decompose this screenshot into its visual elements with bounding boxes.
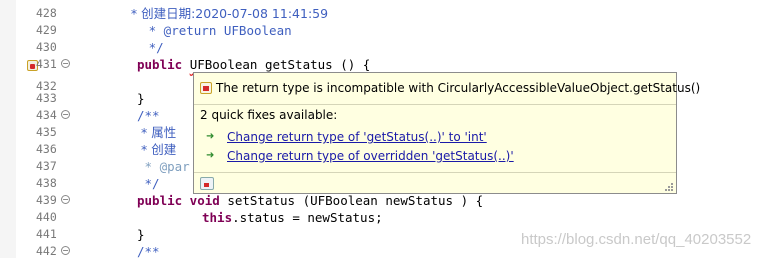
code-line: 429 * @return UFBoolean (0, 22, 774, 39)
code-text: this.status = newStatus; (202, 209, 383, 226)
problems-view-icon[interactable] (200, 177, 214, 190)
code-text: } (137, 91, 145, 106)
code-text: * @par (137, 159, 190, 174)
code-text: * 创建 (137, 142, 177, 157)
line-number: 429 (36, 23, 57, 37)
line-number: 442 (36, 244, 57, 258)
error-icon (200, 82, 212, 94)
error-message: The return type is incompatible with Cir… (216, 81, 701, 95)
fold-toggle-icon[interactable]: − (61, 246, 70, 255)
code-text: * 创建日期:2020-07-08 11:41:59 (111, 6, 329, 21)
hover-toolbar (194, 172, 676, 194)
code-text: */ (137, 176, 160, 191)
code-text: * 属性 (137, 125, 177, 140)
code-rest: setStatus (UFBoolean newStatus ) { (227, 193, 484, 208)
code-editor[interactable]: 428 * 创建日期:2020-07-08 11:41:59 429 * @re… (0, 0, 774, 259)
watermark: https://blog.csdn.net/qq_40203552 (521, 231, 752, 248)
line-number: 433 (36, 91, 57, 105)
keyword: this (202, 210, 233, 225)
code-text: } (137, 227, 145, 242)
hover-header: The return type is incompatible with Cir… (194, 73, 700, 105)
change-arrow-icon: ➜ (206, 150, 215, 161)
quick-fix-link[interactable]: Change return type of overridden 'getSta… (227, 149, 514, 163)
fold-toggle-icon[interactable]: − (61, 195, 70, 204)
code-line: 428 * 创建日期:2020-07-08 11:41:59 (0, 5, 774, 22)
line-number: 431 (36, 57, 57, 71)
line-number: 428 (36, 6, 57, 20)
code-line: 431 − public UFBoolean getStatus () { (0, 56, 774, 73)
code-rest: getStatus () { (257, 57, 371, 72)
line-number: 437 (36, 159, 57, 173)
code-text: /** (137, 108, 160, 123)
quick-fix-count: 2 quick fixes available: (200, 108, 338, 122)
code-line: 439 − public void setStatus (UFBoolean n… (0, 192, 774, 209)
code-line: 430 */ (0, 39, 774, 56)
line-number: 441 (36, 227, 57, 241)
fold-toggle-icon[interactable]: − (61, 110, 70, 119)
line-number: 440 (36, 210, 57, 224)
fold-toggle-icon[interactable]: − (61, 59, 70, 68)
quick-fix-hover: The return type is incompatible with Cir… (193, 72, 700, 194)
code-line: 440 this.status = newStatus; (0, 209, 774, 226)
code-text: * @return UFBoolean (111, 23, 292, 38)
code-text: */ (111, 40, 164, 55)
line-number: 436 (36, 142, 57, 156)
resize-grip-icon[interactable] (665, 183, 673, 191)
line-number: 435 (36, 125, 57, 139)
line-number: 430 (36, 40, 57, 54)
code-text: public UFBoolean getStatus () { (137, 56, 370, 73)
change-arrow-icon: ➜ (206, 131, 215, 142)
code-text: public void setStatus (UFBoolean newStat… (137, 192, 483, 209)
keyword: public void (137, 193, 228, 208)
code-text: /** (137, 244, 160, 259)
keyword: public (137, 57, 190, 72)
line-number: 434 (36, 108, 57, 122)
line-number: 438 (36, 176, 57, 190)
error-token[interactable]: UFBoolean (190, 57, 258, 72)
line-number: 439 (36, 193, 57, 207)
quick-fix-link[interactable]: Change return type of 'getStatus(..)' to… (227, 130, 487, 144)
code-rest: .status = newStatus; (232, 210, 383, 225)
